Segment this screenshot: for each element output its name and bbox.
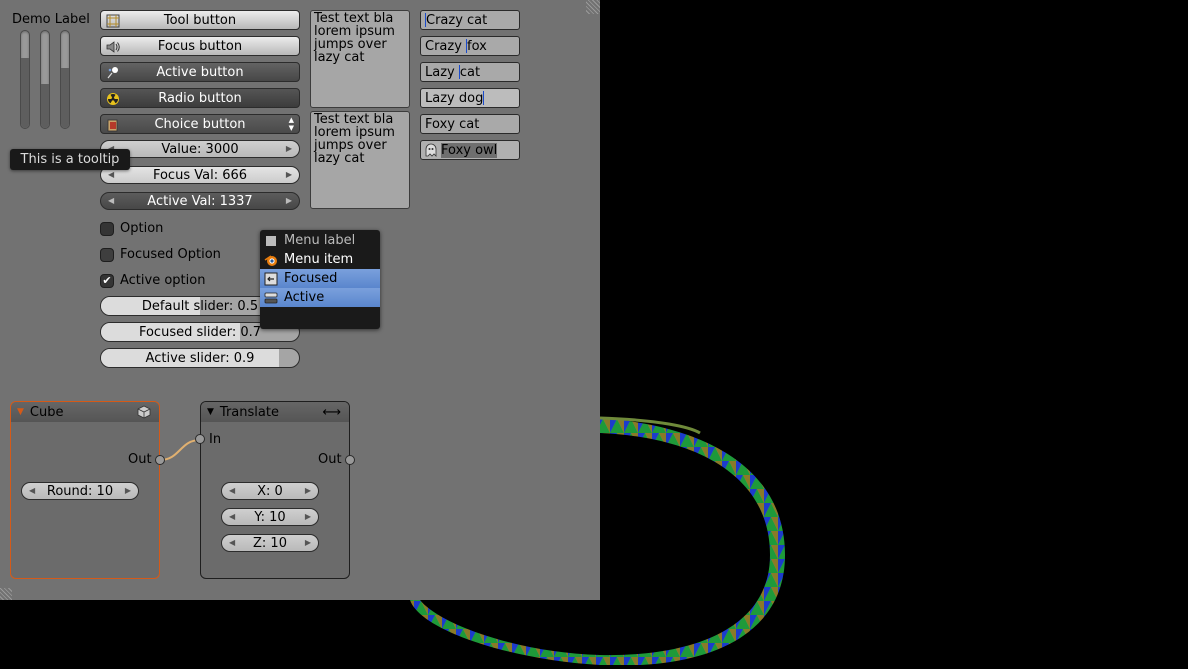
decrement-arrow-icon[interactable]: ◀ [229,512,235,521]
collapse-triangle-icon[interactable]: ▼ [17,407,24,417]
cube-out-socket[interactable] [155,455,165,465]
translate-in-socket[interactable] [195,434,205,444]
translate-in-label: In [209,432,222,447]
translate-node-title: Translate [219,404,279,420]
translate-node-header[interactable]: ▼ Translate ⟷ [201,402,349,422]
translate-out-label: Out [318,452,342,467]
increment-arrow-icon[interactable]: ▶ [305,486,311,495]
z-field[interactable]: ◀ Z: 10 ▶ [221,534,319,552]
round-field-label: Round: 10 [46,483,114,499]
decrement-arrow-icon[interactable]: ◀ [229,486,235,495]
decrement-arrow-icon[interactable]: ◀ [29,486,35,495]
x-field-label: X: 0 [257,483,283,499]
translate-out-socket[interactable] [345,455,355,465]
round-field[interactable]: ◀ Round: 10 ▶ [21,482,139,500]
cube-node-header[interactable]: ▼ Cube [11,402,159,422]
cube-node[interactable]: ▼ Cube Out ◀ Round: 10 ▶ [10,401,160,579]
y-field[interactable]: ◀ Y: 10 ▶ [221,508,319,526]
increment-arrow-icon[interactable]: ▶ [305,512,311,521]
collapse-triangle-icon[interactable]: ▼ [207,407,214,417]
z-field-label: Z: 10 [253,535,287,551]
decrement-arrow-icon[interactable]: ◀ [229,538,235,547]
increment-arrow-icon[interactable]: ▶ [305,538,311,547]
move-arrows-icon: ⟷ [322,405,341,420]
x-field[interactable]: ◀ X: 0 ▶ [221,482,319,500]
translate-node[interactable]: ▼ Translate ⟷ In Out ◀ X: 0 ▶ ◀ Y: 10 ▶ … [200,401,350,579]
cube-icon [137,405,151,423]
3d-viewport-torus [410,416,785,665]
cube-out-label: Out [128,452,152,467]
increment-arrow-icon[interactable]: ▶ [125,486,131,495]
cube-node-title: Cube [29,404,64,420]
y-field-label: Y: 10 [254,509,286,525]
